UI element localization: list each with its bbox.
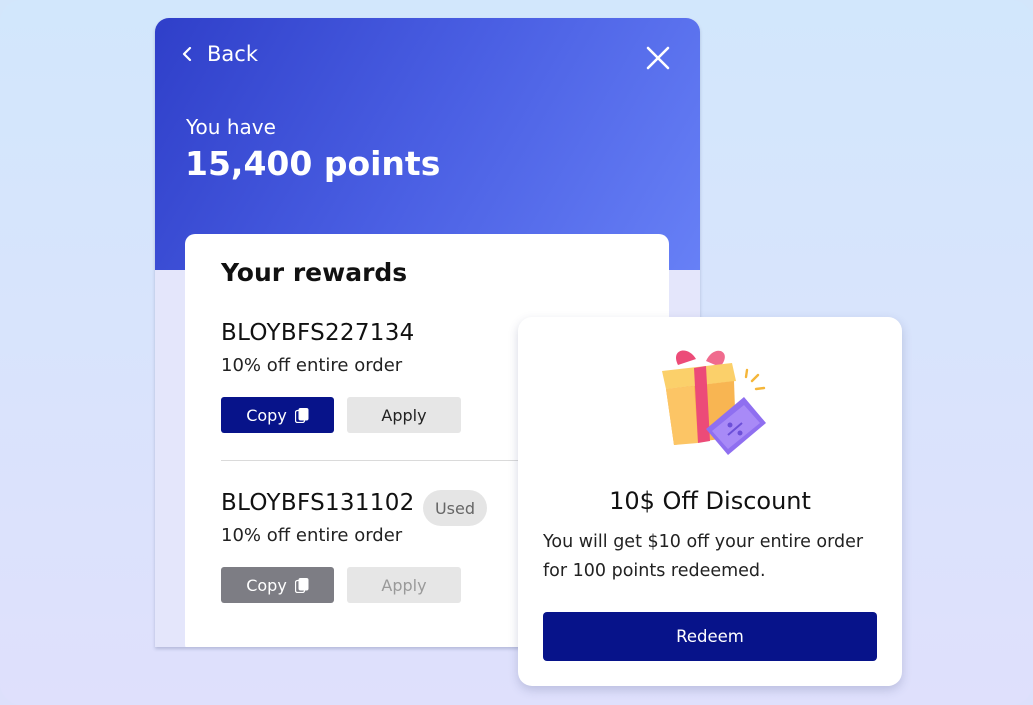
apply-button[interactable]: Apply: [347, 397, 461, 433]
apply-button-disabled[interactable]: Apply: [347, 567, 461, 603]
reward-description: 10% off entire order: [221, 355, 403, 376]
rewards-title: Your rewards: [221, 258, 408, 287]
close-icon[interactable]: [644, 44, 672, 72]
reward-code: BLOYBFS131102: [221, 490, 415, 516]
gift-voucher-icon: [662, 350, 766, 455]
copy-label: Copy: [246, 405, 287, 425]
copy-button-disabled[interactable]: Copy: [221, 567, 334, 603]
chevron-left-icon: [182, 47, 192, 61]
reward-description: 10% off entire order: [221, 525, 403, 546]
panel-header: Back You have 15,400 points: [155, 18, 700, 270]
points-caption: You have: [186, 115, 276, 139]
back-label: Back: [207, 42, 258, 66]
copy-icon: [294, 577, 309, 593]
discount-description: You will get $10 off your entire order f…: [543, 532, 864, 581]
back-button[interactable]: Back: [181, 42, 258, 66]
background-frame: Back You have 15,400 points Your rewards…: [0, 0, 1033, 705]
copy-label: Copy: [246, 575, 287, 595]
used-badge: Used: [423, 490, 487, 526]
discount-title: 10$ Off Discount: [609, 487, 811, 515]
points-balance: 15,400 points: [185, 144, 441, 183]
discount-card: 10$ Off Discount You will get $10 off yo…: [518, 317, 902, 686]
copy-button[interactable]: Copy: [221, 397, 334, 433]
reward-code: BLOYBFS227134: [221, 320, 415, 346]
redeem-button[interactable]: Redeem: [543, 612, 877, 661]
copy-icon: [294, 407, 309, 423]
